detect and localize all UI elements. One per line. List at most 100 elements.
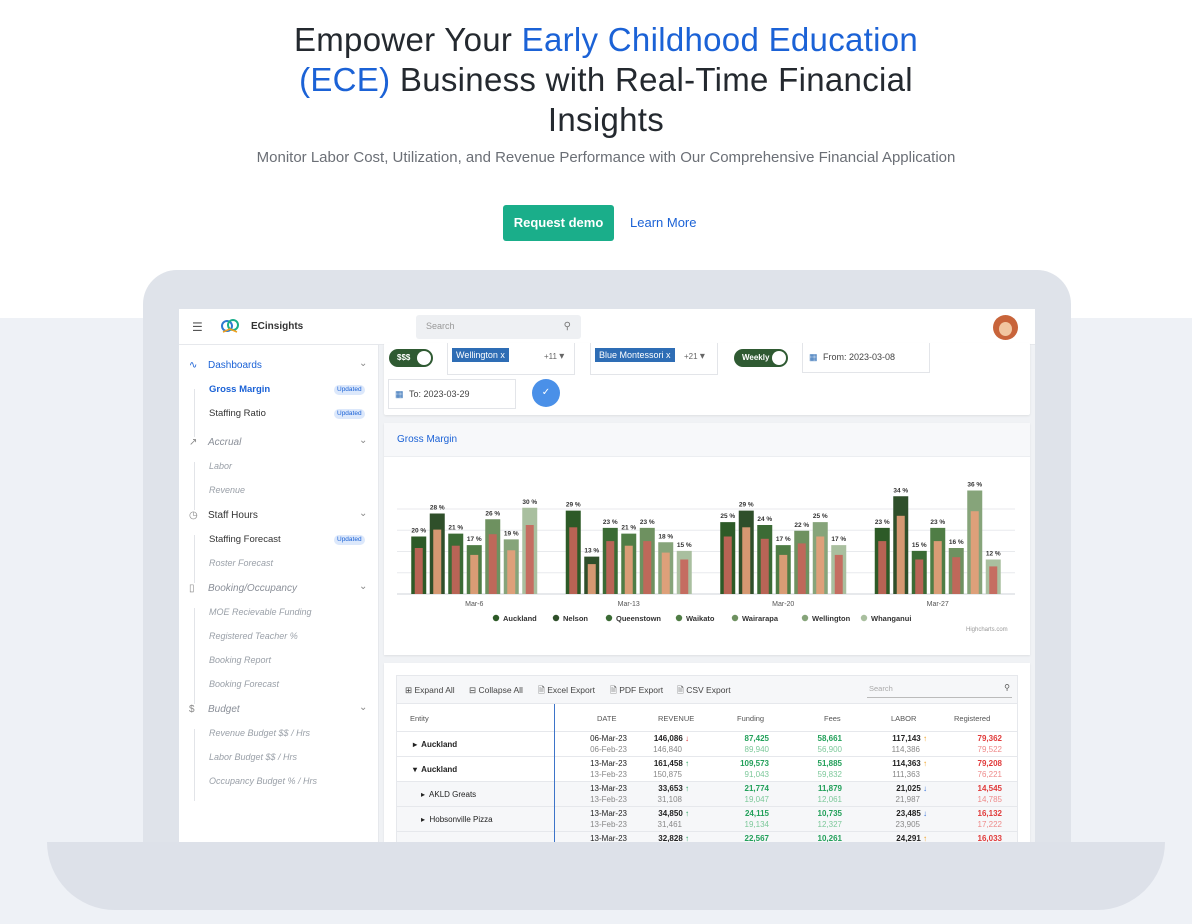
row-entity[interactable]: ▸ Hobsonville Pizza [421, 815, 493, 824]
sidebar-item-registered-teacher[interactable]: Registered Teacher % [179, 626, 379, 648]
csv-export-button[interactable]: 🗎 CSV Export [677, 685, 731, 699]
avatar-face [999, 322, 1012, 336]
x-tick-label: Mar-20 [772, 601, 794, 608]
csv-export-label: CSV Export [686, 685, 731, 695]
currency-toggle[interactable]: $$$ [389, 349, 433, 367]
fees-current: 10,735 [817, 809, 842, 818]
chevron-down-icon[interactable]: ⌄ [359, 358, 367, 369]
table-search-input[interactable]: Search ⚲ [867, 682, 1012, 698]
chevron-down-icon[interactable]: ⌄ [359, 435, 367, 446]
excel-export-button[interactable]: 🗎 Excel Export [538, 685, 595, 699]
center-chip[interactable]: Blue Montessori x [595, 348, 675, 362]
period-toggle[interactable]: Weekly [734, 349, 788, 367]
bar-data-label: 25 % [720, 513, 735, 520]
bar-inner [414, 548, 423, 594]
sidebar-item-booking-report[interactable]: Booking Report [179, 650, 379, 672]
chevron-down-icon[interactable]: ⌄ [359, 508, 367, 519]
bar-data-label: 21 % [448, 525, 463, 532]
bar-data-label: 36 % [967, 482, 982, 489]
table-row[interactable]: ▾ Auckland 13-Mar-23 13-Feb-23 161,458 ↑ 150… [397, 757, 1017, 782]
sidebar-item-labor[interactable]: Labor [179, 456, 379, 478]
sidebar-item-revenue-budget[interactable]: Revenue Budget $$ / Hrs [179, 723, 379, 745]
bar-data-label: 12 % [986, 551, 1001, 558]
sidebar-group-dashboards[interactable]: ∿ Dashboards ⌄ [179, 355, 379, 377]
bar-inner [488, 534, 497, 594]
col-header-fees[interactable]: Fees [824, 714, 841, 723]
col-header-date[interactable]: DATE [597, 714, 616, 723]
region-select[interactable]: Wellington x +11 ▾ [447, 343, 575, 375]
sidebar-group-label: Booking/Occupancy [208, 583, 297, 594]
bar-inner [742, 527, 751, 594]
center-select[interactable]: Blue Montessori x +21 ▾ [590, 343, 718, 375]
bar-data-label: 34 % [893, 487, 908, 494]
center-more-label: +21 [684, 352, 698, 361]
col-header-revenue[interactable]: REVENUE [658, 714, 694, 723]
sidebar-item-booking-forecast[interactable]: Booking Forecast [179, 674, 379, 696]
learn-more-link[interactable]: Learn More [630, 205, 696, 241]
trend-arrow-icon: ↑ [685, 834, 689, 842]
expand-caret-icon[interactable]: ▸ [421, 790, 425, 799]
bar-data-label: 19 % [504, 530, 519, 537]
excel-file-icon: 🗎 [538, 685, 545, 695]
row-entity[interactable] [421, 840, 423, 842]
sidebar-group-accrual[interactable]: ↗ Accrual ⌄ [179, 432, 379, 454]
col-header-registered[interactable]: Registered [954, 714, 990, 723]
menu-icon[interactable]: ☰ [192, 320, 203, 334]
row-entity[interactable]: ▾ Auckland [413, 765, 457, 774]
close-icon[interactable]: x [500, 350, 505, 360]
sidebar-item-label: Labor [209, 461, 233, 471]
close-icon[interactable]: x [666, 350, 671, 360]
legend-marker [860, 614, 868, 622]
bar-data-label: 30 % [522, 499, 537, 506]
table-row[interactable]: ▸ Auckland 06-Mar-23 06-Feb-23 146,086 ↓ 146… [397, 732, 1017, 757]
col-header-labor[interactable]: LABOR [891, 714, 916, 723]
chevron-down-icon[interactable]: ⌄ [359, 581, 367, 592]
from-date-picker[interactable]: ▦ From: 2023-03-08 [802, 343, 930, 373]
region-chip-label: Wellington [456, 350, 498, 360]
search-icon: ⚲ [563, 321, 571, 332]
fees-current: 10,261 [817, 834, 842, 842]
expand-caret-icon[interactable]: ▾ [413, 765, 417, 774]
col-header-funding[interactable]: Funding [737, 714, 764, 723]
app-search-input[interactable]: Search ⚲ [416, 315, 581, 339]
row-entity[interactable]: ▸ AKLD Greats [421, 790, 476, 799]
apply-check-button[interactable]: ✓ [532, 379, 560, 407]
sidebar-item-revenue[interactable]: Revenue [179, 480, 379, 502]
to-date-picker[interactable]: ▦ To: 2023-03-29 [388, 379, 516, 409]
table-row[interactable]: 13-Mar-23 32,828 ↑ 22,567 10,261 24,291 ↑ 16,… [397, 832, 1017, 842]
sidebar-item-gross-margin[interactable]: Gross Margin Updated [179, 379, 379, 401]
bar-data-label: 23 % [603, 519, 618, 526]
request-demo-button[interactable]: Request demo [503, 205, 614, 241]
filter-panel: $$$ Wellington x +11 ▾ Blue Montessori x… [384, 343, 1030, 415]
collapse-all-button[interactable]: ⊟ Collapse All [469, 685, 523, 696]
table-search-placeholder: Search [869, 684, 893, 693]
expand-caret-icon[interactable]: ▸ [413, 740, 417, 749]
revenue-previous: 31,461 [657, 820, 682, 829]
expand-caret-icon[interactable]: ▸ [421, 815, 425, 824]
funding-current: 21,774 [744, 784, 769, 793]
sidebar-item-occupancy-budget[interactable]: Occupancy Budget % / Hrs [179, 771, 379, 793]
sidebar-item-label: Staffing Ratio [209, 408, 266, 419]
table-row[interactable]: ▸ Hobsonville Pizza 13-Mar-23 13-Feb-23 34,… [397, 807, 1017, 832]
sidebar-group-booking[interactable]: ▯ Booking/Occupancy ⌄ [179, 578, 379, 600]
sidebar-item-label: Booking Report [209, 655, 272, 665]
hero-title-part2: Business with Real-Time Financial Insigh… [390, 61, 913, 138]
sidebar-item-roster-forecast[interactable]: Roster Forecast [179, 553, 379, 575]
region-chip[interactable]: Wellington x [452, 348, 509, 362]
user-avatar[interactable] [993, 315, 1018, 340]
chevron-down-icon[interactable]: ⌄ [359, 702, 367, 713]
sidebar-item-labor-budget[interactable]: Labor Budget $$ / Hrs [179, 747, 379, 769]
sidebar-group-staff-hours[interactable]: ◷ Staff Hours ⌄ [179, 505, 379, 527]
sidebar-group-budget[interactable]: $ Budget ⌄ [179, 699, 379, 721]
bar-inner [989, 566, 998, 594]
col-header-entity[interactable]: Entity [410, 714, 429, 723]
sidebar-item-staffing-forecast[interactable]: Staffing Forecast Updated [179, 529, 379, 551]
funding-previous: 19,134 [744, 820, 769, 829]
table-row[interactable]: ▸ AKLD Greats 13-Mar-23 13-Feb-23 33,653 ↑ 3… [397, 782, 1017, 807]
expand-all-button[interactable]: ⊞ Expand All [405, 685, 455, 696]
pdf-export-button[interactable]: 🗎 PDF Export [610, 685, 663, 699]
row-entity[interactable]: ▸ Auckland [413, 740, 457, 749]
sidebar-item-staffing-ratio[interactable]: Staffing Ratio Updated [179, 403, 379, 425]
legend-marker [675, 614, 683, 622]
sidebar-item-moe-funding[interactable]: MOE Recievable Funding [179, 602, 379, 624]
